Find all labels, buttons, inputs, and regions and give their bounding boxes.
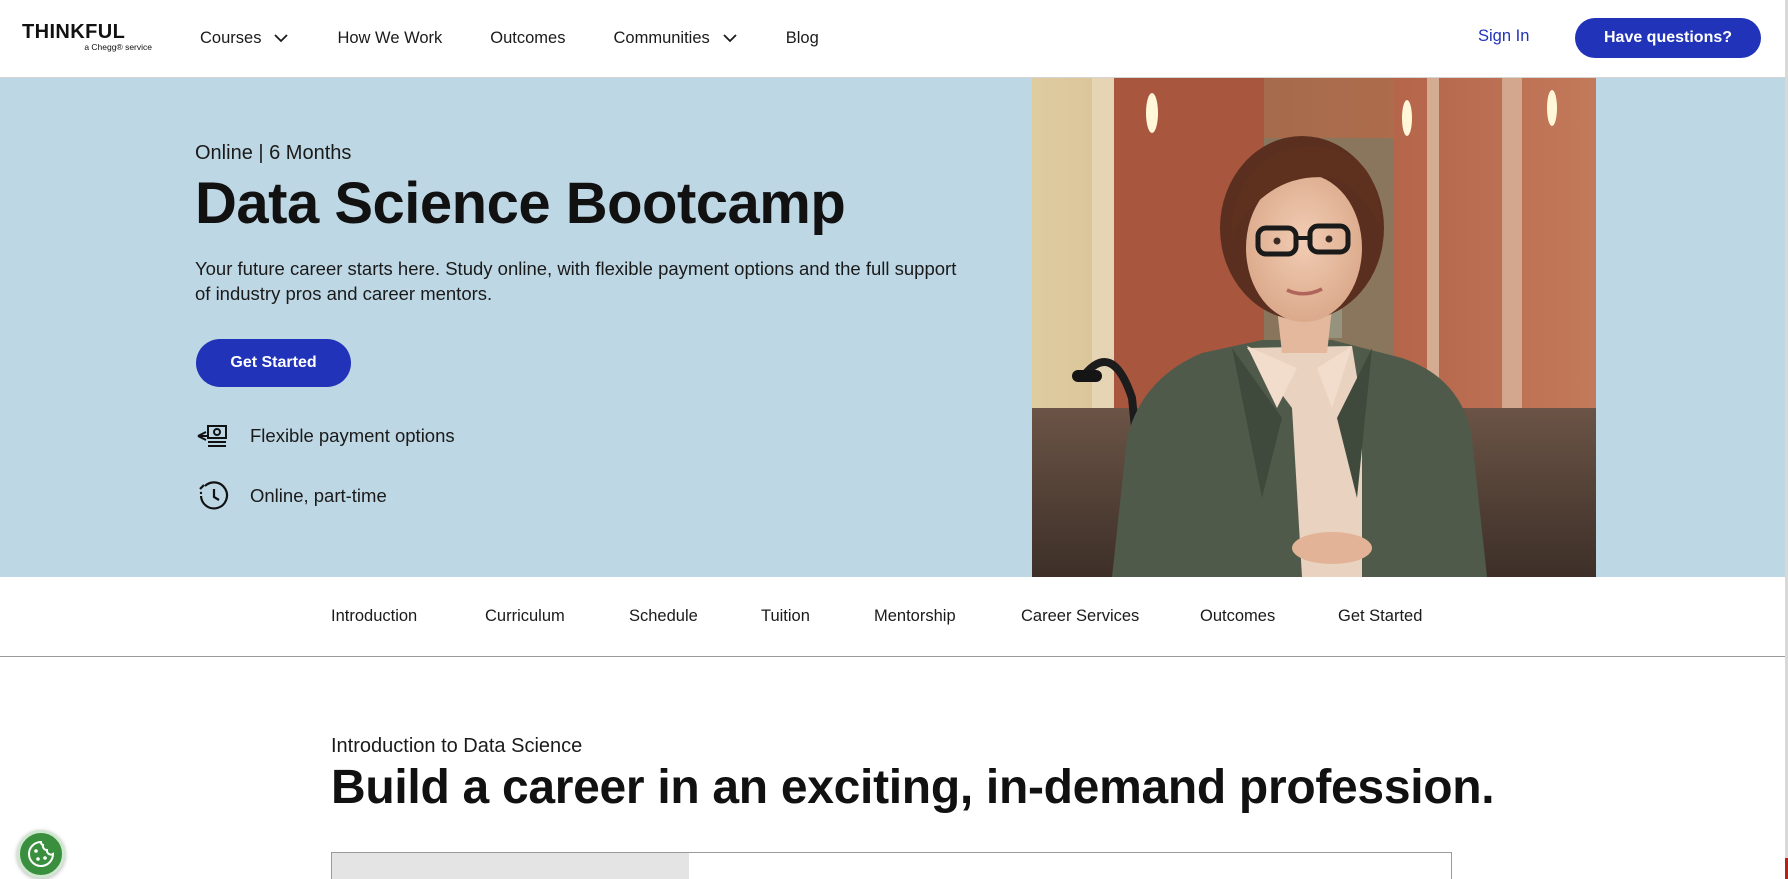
clock-icon — [196, 479, 230, 513]
nav-communities[interactable]: Communities — [613, 29, 737, 48]
nav-how-we-work[interactable]: How We Work — [337, 29, 442, 48]
have-questions-button[interactable]: Have questions? — [1575, 18, 1761, 58]
cookie-settings-button[interactable] — [17, 830, 65, 878]
logo-wordmark: THINKFUL — [22, 21, 126, 43]
section-nav-outcomes[interactable]: Outcomes — [1200, 607, 1275, 626]
thinkful-logo[interactable]: THINKFUL a Chegg® service — [22, 22, 152, 54]
intro-eyebrow: Introduction to Data Science — [331, 735, 583, 757]
nav-outcomes[interactable]: Outcomes — [490, 29, 565, 48]
hero-section: Online | 6 Months Data Science Bootcamp … — [0, 78, 1785, 577]
site-header: THINKFUL a Chegg® service Courses How We… — [0, 0, 1785, 78]
intro-title: Build a career in an exciting, in-demand… — [331, 761, 1495, 814]
section-nav-mentorship[interactable]: Mentorship — [874, 607, 956, 626]
hero-eyebrow: Online | 6 Months — [195, 142, 352, 164]
section-nav-career-services[interactable]: Career Services — [1021, 607, 1139, 626]
cookie-icon — [28, 840, 55, 867]
intro-panel-tab[interactable] — [332, 853, 689, 879]
feature-part-time-label: Online, part-time — [250, 485, 387, 506]
chevron-down-icon — [723, 34, 737, 43]
nav-outcomes-label: Outcomes — [490, 28, 566, 47]
chevron-down-icon — [274, 34, 289, 43]
section-nav-get-started[interactable]: Get Started — [1338, 607, 1422, 626]
logo-subtext: a Chegg® service — [84, 42, 152, 52]
payment-icon — [196, 419, 230, 453]
nav-how-we-work-label: How We Work — [337, 28, 443, 47]
nav-blog-label: Blog — [785, 28, 819, 47]
feature-part-time: Online, part-time — [196, 479, 387, 513]
hero-description: Your future career starts here. Study on… — [195, 258, 957, 304]
nav-courses-label: Courses — [200, 28, 262, 47]
nav-blog[interactable]: Blog — [786, 29, 819, 48]
feature-payment: Flexible payment options — [196, 419, 455, 453]
section-nav-introduction[interactable]: Introduction — [331, 607, 417, 626]
section-nav-tuition[interactable]: Tuition — [761, 607, 810, 626]
section-nav-curriculum[interactable]: Curriculum — [485, 607, 565, 626]
main-nav: Courses How We Work Outcomes Communities… — [200, 0, 867, 76]
hero-photo — [1032, 78, 1596, 577]
hero-title: Data Science Bootcamp — [195, 171, 846, 236]
section-nav: Introduction Curriculum Schedule Tuition… — [0, 577, 1785, 657]
section-nav-schedule[interactable]: Schedule — [629, 607, 698, 626]
sign-in-link[interactable]: Sign In — [1478, 27, 1529, 46]
get-started-button[interactable]: Get Started — [196, 339, 351, 387]
feature-payment-label: Flexible payment options — [250, 425, 455, 446]
nav-communities-label: Communities — [613, 28, 710, 47]
nav-courses[interactable]: Courses — [200, 29, 289, 48]
intro-content-panel — [331, 852, 1452, 879]
